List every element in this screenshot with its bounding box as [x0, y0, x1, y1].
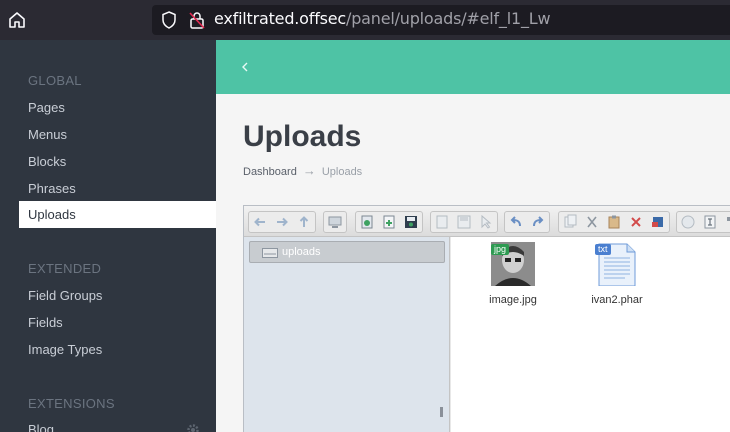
save-disk-icon[interactable] [400, 212, 422, 232]
up-arrow-icon[interactable] [293, 212, 315, 232]
sidebar-item-fields[interactable]: Fields [28, 315, 63, 330]
sidebar-item-blog[interactable]: Blog [28, 422, 54, 432]
page-title: Uploads [243, 120, 362, 153]
sidebar-item-image-types[interactable]: Image Types [28, 342, 102, 357]
url-host: exfiltrated.offsec [214, 9, 347, 28]
top-bar [216, 40, 730, 94]
tree-root-uploads[interactable]: uploads [249, 241, 445, 263]
gear-icon[interactable] [186, 423, 200, 432]
toolbar-group-view [676, 211, 730, 233]
folder-tree-panel: uploads [244, 237, 450, 432]
sidebar-heading-extensions: EXTENSIONS [28, 396, 115, 411]
tracking-protection-shield-icon[interactable] [160, 10, 178, 30]
toolbar-group-home [323, 211, 347, 233]
browser-toolbar: exfiltrated.offsec/panel/uploads/#elf_l1… [0, 0, 730, 40]
breadcrumb-current: Uploads [321, 166, 363, 178]
empty-trash-icon[interactable] [647, 212, 669, 232]
toolbar-group-edit [558, 211, 670, 233]
select-cursor-icon[interactable] [475, 212, 497, 232]
open-file-icon[interactable] [356, 212, 378, 232]
collapse-sidebar-chevron-icon[interactable] [238, 59, 252, 75]
file-list-area: jpg image.jpg txt ivan2.phar [451, 237, 730, 432]
toolbar-group-create [355, 211, 423, 233]
text-edit-icon[interactable] [699, 212, 721, 232]
copy-icon[interactable] [559, 212, 581, 232]
computer-home-icon[interactable] [324, 212, 346, 232]
new-file-icon[interactable] [378, 212, 400, 232]
sidebar-item-menus[interactable]: Menus [28, 127, 67, 142]
back-arrow-icon[interactable] [249, 212, 271, 232]
file-name: ivan2.phar [591, 294, 643, 306]
image-thumbnail: jpg [491, 242, 535, 286]
file-item-ivan2-phar[interactable]: txt ivan2.phar [577, 242, 657, 306]
admin-sidebar: GLOBAL Pages Menus Blocks Phrases Upload… [0, 40, 216, 432]
sidebar-item-field-groups[interactable]: Field Groups [28, 288, 102, 303]
sidebar-item-blocks[interactable]: Blocks [28, 154, 66, 169]
undo-icon[interactable] [505, 212, 527, 232]
file-name: image.jpg [489, 294, 537, 306]
sidebar-heading-global: GLOBAL [28, 73, 82, 88]
file-manager: uploads jpg image.jpg txt ivan2.phar [243, 205, 730, 432]
url-text[interactable]: exfiltrated.offsec/panel/uploads/#elf_l1… [214, 9, 551, 28]
info-icon[interactable] [431, 212, 453, 232]
toolbar-group-history [504, 211, 550, 233]
sidebar-item-uploads[interactable]: Uploads [19, 201, 216, 228]
panel-resize-handle[interactable] [440, 407, 443, 417]
breadcrumb-dashboard[interactable]: Dashboard [243, 166, 297, 178]
url-path: /panel/uploads/#elf_l1_Lw [346, 9, 551, 28]
toolbar-group-info [430, 211, 498, 233]
grid-view-icon[interactable] [721, 212, 730, 232]
text-document-icon: txt [595, 242, 639, 287]
file-kind-badge: jpg [491, 244, 510, 255]
file-kind-badge: txt [595, 244, 611, 255]
drive-icon [262, 248, 278, 258]
toolbar-group-navigation [248, 211, 316, 233]
sidebar-item-phrases[interactable]: Phrases [28, 181, 76, 196]
tree-root-label: uploads [282, 246, 321, 258]
home-icon[interactable] [6, 9, 28, 31]
insecure-lock-icon[interactable] [188, 10, 206, 30]
file-item-image-jpg[interactable]: jpg image.jpg [473, 242, 553, 306]
sidebar-heading-extended: EXTENDED [28, 261, 102, 276]
paste-icon[interactable] [603, 212, 625, 232]
help-icon[interactable] [677, 212, 699, 232]
file-manager-toolbar [244, 206, 730, 237]
breadcrumb: Dashboard → Uploads [243, 163, 362, 178]
cut-scissors-icon[interactable] [581, 212, 603, 232]
breadcrumb-separator: → [302, 163, 316, 178]
delete-x-icon[interactable] [625, 212, 647, 232]
redo-icon[interactable] [527, 212, 549, 232]
disk-icon[interactable] [453, 212, 475, 232]
sidebar-item-pages[interactable]: Pages [28, 100, 65, 115]
forward-arrow-icon[interactable] [271, 212, 293, 232]
